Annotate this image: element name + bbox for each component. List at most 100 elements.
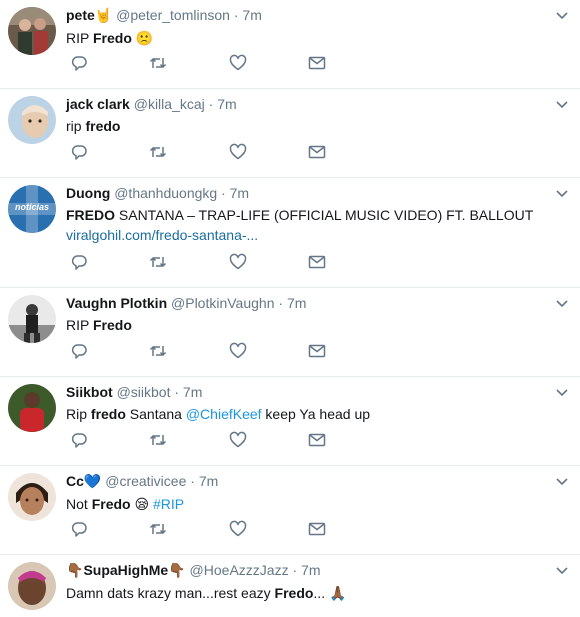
tweet-actions: [69, 341, 339, 361]
tweet-text: FREDO SANTANA – TRAP-LIFE (OFFICIAL MUSI…: [66, 205, 550, 225]
mention-link[interactable]: @ChiefKeef: [186, 406, 262, 422]
timestamp[interactable]: 7m: [287, 295, 306, 311]
author-handle[interactable]: @killa_kcaj: [134, 96, 205, 112]
tweet-header: pete🤘 @peter_tomlinson · 7m: [66, 6, 550, 25]
heart-icon[interactable]: [228, 142, 248, 162]
heart-icon[interactable]: [228, 430, 248, 450]
chevron-down-icon[interactable]: [554, 474, 570, 490]
author-handle[interactable]: @creativicee: [105, 473, 186, 489]
reply-icon[interactable]: [69, 430, 89, 450]
tweet-content: jack clark @killa_kcaj · 7m rip fredo: [66, 95, 550, 136]
tweet-card[interactable]: jack clark @killa_kcaj · 7m rip fredo: [0, 89, 580, 178]
timestamp[interactable]: 7m: [199, 473, 218, 489]
envelope-icon[interactable]: [307, 341, 327, 361]
avatar-label: noticias: [14, 202, 49, 212]
tweet-card[interactable]: Siikbot @siikbot · 7m Rip fredo Santana …: [0, 377, 580, 466]
tweet-content: 👇🏾SupaHighMe👇🏾 @HoeAzzzJazz · 7m Damn da…: [66, 561, 550, 604]
reply-icon[interactable]: [69, 142, 89, 162]
avatar[interactable]: [8, 295, 56, 343]
tweet-text: Not Fredo 😪 #RIP: [66, 494, 550, 515]
author-handle[interactable]: @peter_tomlinson: [116, 7, 230, 23]
name-emoji: 🤘: [94, 8, 113, 24]
heart-icon[interactable]: [228, 519, 248, 539]
avatar[interactable]: noticias: [8, 185, 56, 233]
text: keep Ya head up: [261, 406, 371, 422]
timestamp[interactable]: 7m: [217, 96, 236, 112]
bold-keyword: fredo: [85, 118, 121, 134]
bold-keyword: fredo: [90, 406, 126, 422]
tweet-content: Duong @thanhduongkg · 7m FREDO SANTANA –…: [66, 184, 550, 245]
name-emoji: 👇🏾: [66, 563, 84, 579]
tweet-header: jack clark @killa_kcaj · 7m: [66, 95, 550, 113]
timestamp[interactable]: 7m: [301, 562, 320, 578]
author-name[interactable]: jack clark: [66, 96, 130, 112]
retweet-icon[interactable]: [148, 252, 168, 272]
tweet-header: 👇🏾SupaHighMe👇🏾 @HoeAzzzJazz · 7m: [66, 561, 550, 580]
avatar[interactable]: [8, 473, 56, 521]
reply-icon[interactable]: [69, 341, 89, 361]
bold-keyword: Fredo: [92, 30, 132, 46]
separator-dot: ·: [278, 295, 284, 311]
author-handle[interactable]: @siikbot: [117, 384, 171, 400]
chevron-down-icon[interactable]: [554, 8, 570, 24]
timestamp[interactable]: 7m: [242, 7, 261, 23]
envelope-icon[interactable]: [307, 252, 327, 272]
author-handle[interactable]: @PlotkinVaughn: [171, 295, 274, 311]
envelope-icon[interactable]: [307, 53, 327, 73]
text: Not: [66, 496, 92, 512]
retweet-icon[interactable]: [148, 53, 168, 73]
reply-icon[interactable]: [69, 519, 89, 539]
avatar[interactable]: [8, 96, 56, 144]
tweet-header: Vaughn Plotkin @PlotkinVaughn · 7m: [66, 294, 550, 312]
chevron-down-icon[interactable]: [554, 186, 570, 202]
tweet-card[interactable]: Cc💙 @creativicee · 7m Not Fredo 😪 #RIP: [0, 466, 580, 555]
author-name[interactable]: pete: [66, 7, 95, 23]
avatar[interactable]: [8, 562, 56, 610]
heart-icon[interactable]: [228, 53, 248, 73]
envelope-icon[interactable]: [307, 519, 327, 539]
reply-icon[interactable]: [69, 252, 89, 272]
chevron-down-icon[interactable]: [554, 385, 570, 401]
author-name[interactable]: Vaughn Plotkin: [66, 295, 167, 311]
tweet-content: Cc💙 @creativicee · 7m Not Fredo 😪 #RIP: [66, 472, 550, 515]
chevron-down-icon[interactable]: [554, 563, 570, 579]
tweet-feed: pete🤘 @peter_tomlinson · 7m RIP Fredo 🙁: [0, 0, 580, 617]
chevron-down-icon[interactable]: [554, 296, 570, 312]
separator-dot: ·: [292, 562, 298, 578]
author-name[interactable]: SupaHighMe: [83, 562, 168, 578]
tweet-content: pete🤘 @peter_tomlinson · 7m RIP Fredo 🙁: [66, 6, 550, 49]
hashtag-link[interactable]: #RIP: [153, 496, 184, 512]
retweet-icon[interactable]: [148, 142, 168, 162]
heart-icon[interactable]: [228, 252, 248, 272]
heart-icon[interactable]: [228, 341, 248, 361]
tweet-card[interactable]: pete🤘 @peter_tomlinson · 7m RIP Fredo 🙁: [0, 0, 580, 89]
tweet-header: Cc💙 @creativicee · 7m: [66, 472, 550, 491]
retweet-icon[interactable]: [148, 430, 168, 450]
tweet-actions: [69, 430, 339, 450]
retweet-icon[interactable]: [148, 519, 168, 539]
text: Santana: [125, 406, 186, 422]
author-handle[interactable]: @thanhduongkg: [114, 185, 217, 201]
name-emoji: 💙: [83, 474, 102, 490]
avatar[interactable]: [8, 384, 56, 432]
text: RIP: [66, 317, 93, 333]
envelope-icon[interactable]: [307, 142, 327, 162]
tweet-text: RIP Fredo: [66, 315, 550, 335]
envelope-icon[interactable]: [307, 430, 327, 450]
tweet-card[interactable]: 👇🏾SupaHighMe👇🏾 @HoeAzzzJazz · 7m Damn da…: [0, 555, 580, 617]
author-handle[interactable]: @HoeAzzzJazz: [190, 562, 289, 578]
tweet-text: Damn dats krazy man...rest eazy Fredo...…: [66, 583, 550, 604]
timestamp[interactable]: 7m: [183, 384, 202, 400]
author-name[interactable]: Duong: [66, 185, 110, 201]
author-name[interactable]: Siikbot: [66, 384, 113, 400]
tweet-link[interactable]: viralgohil.com/fredo-santana-...: [66, 225, 550, 245]
tweet-card[interactable]: Vaughn Plotkin @PlotkinVaughn · 7m RIP F…: [0, 288, 580, 377]
retweet-icon[interactable]: [148, 341, 168, 361]
tweet-card[interactable]: noticias Duong @thanhduongkg · 7m FREDO …: [0, 178, 580, 288]
text: Rip: [66, 406, 91, 422]
avatar[interactable]: [8, 7, 56, 55]
chevron-down-icon[interactable]: [554, 97, 570, 113]
timestamp[interactable]: 7m: [230, 185, 249, 201]
author-name[interactable]: Cc: [66, 473, 84, 489]
reply-icon[interactable]: [69, 53, 89, 73]
